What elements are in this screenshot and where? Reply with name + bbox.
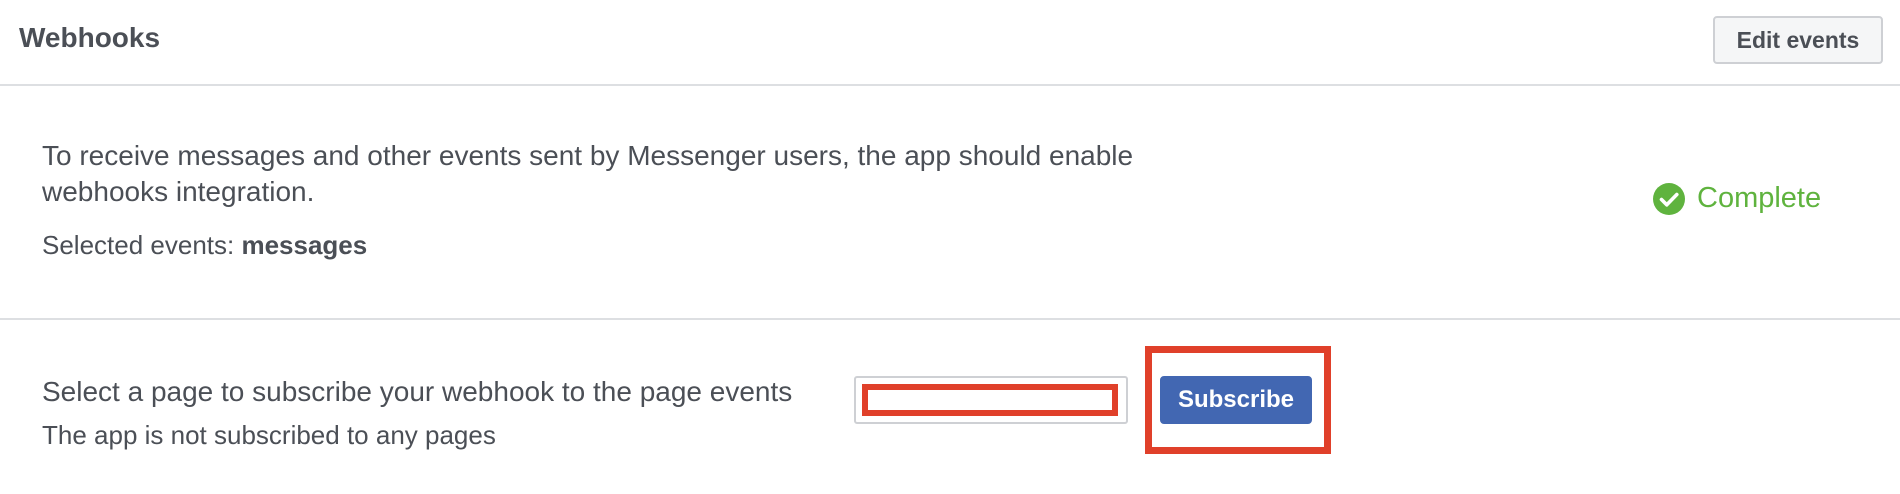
redaction-box xyxy=(862,384,1118,416)
integration-status: Complete xyxy=(1653,182,1821,215)
selected-events-value: messages xyxy=(241,230,368,260)
subscribe-button[interactable]: Subscribe xyxy=(1160,376,1312,424)
selected-events-label: Selected events: xyxy=(42,230,235,260)
integration-description: To receive messages and other events sen… xyxy=(42,140,1134,207)
section-title: Webhooks xyxy=(19,22,161,53)
webhooks-header: Webhooks Edit events xyxy=(0,0,1900,86)
selected-events: Selected events: messages xyxy=(42,230,367,261)
subscribe-prompt: Select a page to subscribe your webhook … xyxy=(42,376,793,407)
subscription-status: The app is not subscribed to any pages xyxy=(42,420,496,450)
webhooks-integration-section: To receive messages and other events sen… xyxy=(0,86,1900,320)
edit-events-button[interactable]: Edit events xyxy=(1713,16,1883,64)
page-select[interactable] xyxy=(854,376,1128,424)
page-subscription-section: Select a page to subscribe your webhook … xyxy=(0,320,1900,494)
check-circle-icon xyxy=(1653,182,1685,215)
status-text: Complete xyxy=(1697,182,1822,214)
